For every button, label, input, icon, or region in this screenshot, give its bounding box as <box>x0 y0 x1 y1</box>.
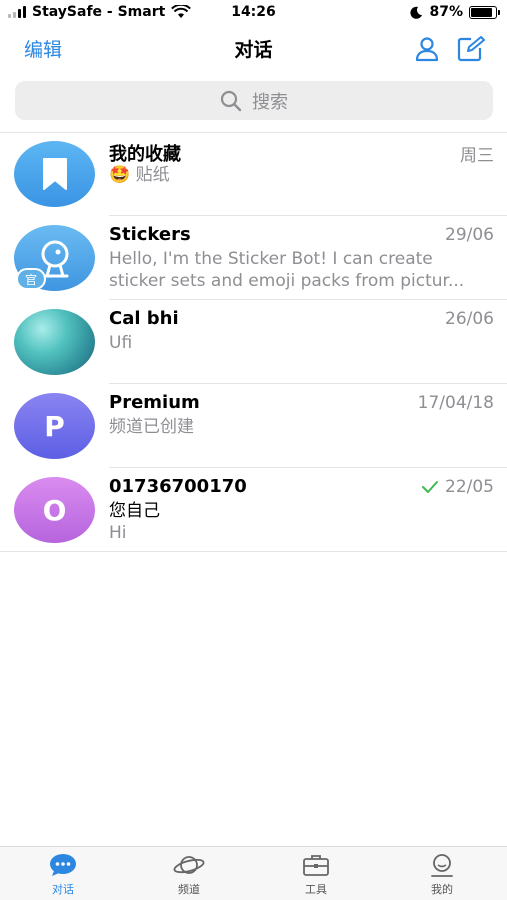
tab-label: 工具 <box>305 883 327 896</box>
battery-fill <box>471 7 492 17</box>
avatar-letter: O <box>42 493 67 527</box>
chat-date-text: 22/05 <box>445 477 494 497</box>
chat-message: 🤩 贴纸 <box>109 164 493 186</box>
bookmark-icon <box>42 158 67 190</box>
chat-name: Stickers <box>109 224 191 245</box>
chat-name: 01736700170 <box>109 476 247 497</box>
chat-message: 您自己 <box>109 501 160 521</box>
tab-label: 对话 <box>52 883 74 896</box>
chat-row-cal-bhi[interactable]: Cal bhi 26/06 Ufi <box>0 300 507 384</box>
status-right: 87% <box>410 4 500 20</box>
chat-row-stickers[interactable]: 官 Stickers 29/06 Hello, I'm the Sticker … <box>0 216 507 300</box>
tab-chats[interactable]: 对话 <box>33 853 93 897</box>
tab-label: 频道 <box>178 883 200 896</box>
chat-message: 频道已创建 <box>109 417 194 437</box>
avatar <box>14 309 95 375</box>
chat-date: 周三 <box>460 146 494 166</box>
chat-row-saved[interactable]: 我的收藏 周三 🤩 贴纸 <box>0 132 507 216</box>
tab-channels[interactable]: 频道 <box>159 853 219 897</box>
chat-date: 29/06 <box>445 225 494 245</box>
tab-label: 我的 <box>431 883 453 896</box>
compose-icon[interactable] <box>457 36 485 62</box>
planet-icon <box>173 856 205 874</box>
battery-icon <box>469 5 500 19</box>
tab-bar: 对话 频道 工具 我的 <box>0 846 507 900</box>
profile-icon <box>431 854 453 877</box>
chat-message: Ufi <box>109 333 133 353</box>
chat-name: Cal bhi <box>109 308 179 329</box>
chat-row-number[interactable]: O 01736700170 22/05 您自己 Hi <box>0 468 507 552</box>
avatar: O <box>14 477 95 543</box>
avatar-letter: P <box>44 409 65 443</box>
chat-message: Hello, I'm the Sticker Bot! I can create… <box>109 249 465 291</box>
person-icon[interactable] <box>414 36 440 62</box>
chat-bubble-icon <box>50 854 76 876</box>
chat-name: 我的收藏 <box>109 144 181 165</box>
search-icon <box>220 90 242 111</box>
nav-bar: 编辑 对话 <box>0 28 507 68</box>
toolbox-icon <box>303 855 329 876</box>
avatar <box>14 141 95 207</box>
check-icon <box>422 481 438 493</box>
status-bar: StaySafe - Smart 14:26 87% <box>0 0 507 24</box>
chat-list: 我的收藏 周三 🤩 贴纸 官 Stickers 29/06 Hello, I'm… <box>0 132 507 552</box>
search-bar[interactable]: 搜索 <box>15 81 493 120</box>
chat-date: 26/06 <box>445 309 494 329</box>
moon-icon <box>410 6 423 19</box>
tab-tools[interactable]: 工具 <box>286 853 346 897</box>
avatar: P <box>14 393 95 459</box>
chat-message-secondary: Hi <box>109 523 127 543</box>
chat-date: 22/05 <box>421 477 494 497</box>
battery-percent: 87% <box>429 4 463 20</box>
chat-message-text: 贴纸 <box>135 165 170 185</box>
emoji: 🤩 <box>109 165 131 185</box>
chat-name: Premium <box>109 392 200 413</box>
tab-me[interactable]: 我的 <box>412 853 472 897</box>
search-placeholder: 搜索 <box>252 91 288 113</box>
chat-row-premium[interactable]: P Premium 17/04/18 频道已创建 <box>0 384 507 468</box>
chat-date: 17/04/18 <box>417 393 494 413</box>
official-badge: 官 <box>16 268 46 290</box>
